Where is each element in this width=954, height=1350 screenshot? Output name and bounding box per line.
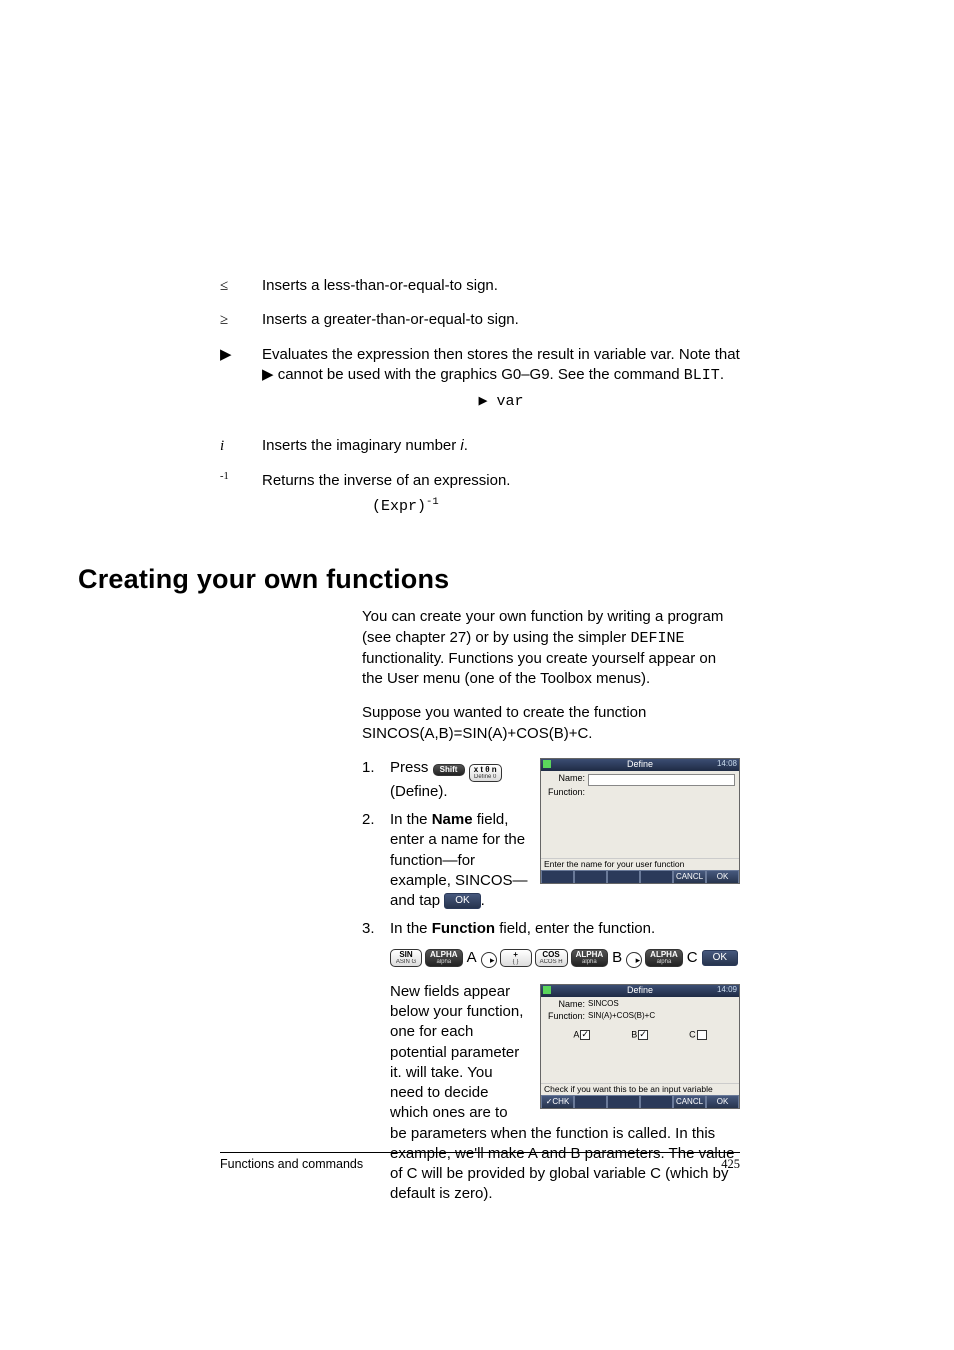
store-glyph-inline: ▶ bbox=[262, 366, 274, 383]
char-a: A bbox=[467, 948, 477, 968]
symbol-inverse-desc: Returns the inverse of an expression. (E… bbox=[262, 471, 740, 534]
footer-left: Functions and commands bbox=[220, 1156, 363, 1173]
shot2-param-c: C bbox=[689, 1030, 707, 1040]
symbol-inverse: -1 bbox=[220, 471, 262, 534]
char-b: B bbox=[612, 948, 622, 968]
cursor-right-2 bbox=[626, 952, 642, 968]
symbol-ge: ≥ bbox=[220, 310, 262, 330]
store-example: ▶ var bbox=[262, 392, 740, 412]
cos-key: COSACOS H bbox=[535, 949, 568, 967]
symbol-store: ▶ bbox=[220, 345, 262, 423]
shot2-hint: Check if you want this to be an input va… bbox=[541, 1083, 739, 1095]
section-heading: Creating your own functions bbox=[78, 561, 740, 597]
intro-paragraph: You can create your own function by writ… bbox=[362, 607, 740, 689]
screenshot2-time: 14:09 bbox=[717, 986, 737, 995]
footer-page-number: 425 bbox=[721, 1156, 740, 1173]
ok-softkey-1: OK bbox=[444, 893, 480, 909]
symbol-i-desc: Inserts the imaginary number i. bbox=[262, 436, 740, 456]
cursor-right-1 bbox=[481, 952, 497, 968]
plus-key: +{ } bbox=[500, 949, 532, 967]
define-screenshot-2: Define 14:09 Name: SINCOS Function: SIN(… bbox=[540, 984, 740, 1109]
shot2-param-a: A bbox=[573, 1030, 590, 1040]
shot2-menu-chk: ✓CHK bbox=[541, 1095, 574, 1108]
shot2-menu-empty1: . bbox=[574, 1095, 607, 1108]
shot2-function-label: Function: bbox=[545, 1012, 585, 1022]
home-icon-2 bbox=[543, 986, 551, 994]
shot2-menu-cancel: CANCL bbox=[673, 1095, 706, 1108]
symbol-store-desc: Evaluates the expression then stores the… bbox=[262, 345, 740, 423]
shot2-menu-ok: OK bbox=[706, 1095, 739, 1108]
shift-key: Shift bbox=[433, 764, 465, 776]
inverse-example: (Expr)-1 bbox=[372, 497, 740, 517]
shot2-name-value: SINCOS bbox=[588, 1000, 619, 1010]
symbol-i: i bbox=[220, 436, 262, 456]
symbol-le: ≤ bbox=[220, 276, 262, 296]
step-1: Press Shift x t θ nDefine 0 (Define). bbox=[362, 758, 740, 802]
sin-key: SINASIN G bbox=[390, 949, 422, 967]
screenshot2-title: Define bbox=[627, 986, 653, 996]
alpha-key-2: ALPHAalpha bbox=[571, 949, 609, 967]
alpha-key-3: ALPHAalpha bbox=[645, 949, 683, 967]
alpha-key-1: ALPHAalpha bbox=[425, 949, 463, 967]
shot2-name-label: Name: bbox=[545, 1000, 585, 1010]
suppose-paragraph: Suppose you wanted to create the functio… bbox=[362, 703, 740, 744]
step-2: In the Name field, enter a name for the … bbox=[362, 810, 740, 911]
ok-softkey-2: OK bbox=[702, 950, 738, 966]
key-sequence: SINASIN G ALPHAalpha A +{ } COSACOS H AL… bbox=[390, 948, 740, 968]
char-c: C bbox=[687, 948, 698, 968]
shot2-param-b: B bbox=[631, 1030, 648, 1040]
symbol-le-desc: Inserts a less-than-or-equal-to sign. bbox=[262, 276, 740, 296]
shot2-menu-empty3: . bbox=[640, 1095, 673, 1108]
shot2-menu-empty2: . bbox=[607, 1095, 640, 1108]
define-key: x t θ nDefine 0 bbox=[469, 764, 502, 782]
symbol-ge-desc: Inserts a greater-than-or-equal-to sign. bbox=[262, 310, 740, 330]
shot2-function-value: SIN(A)+COS(B)+C bbox=[588, 1012, 655, 1022]
